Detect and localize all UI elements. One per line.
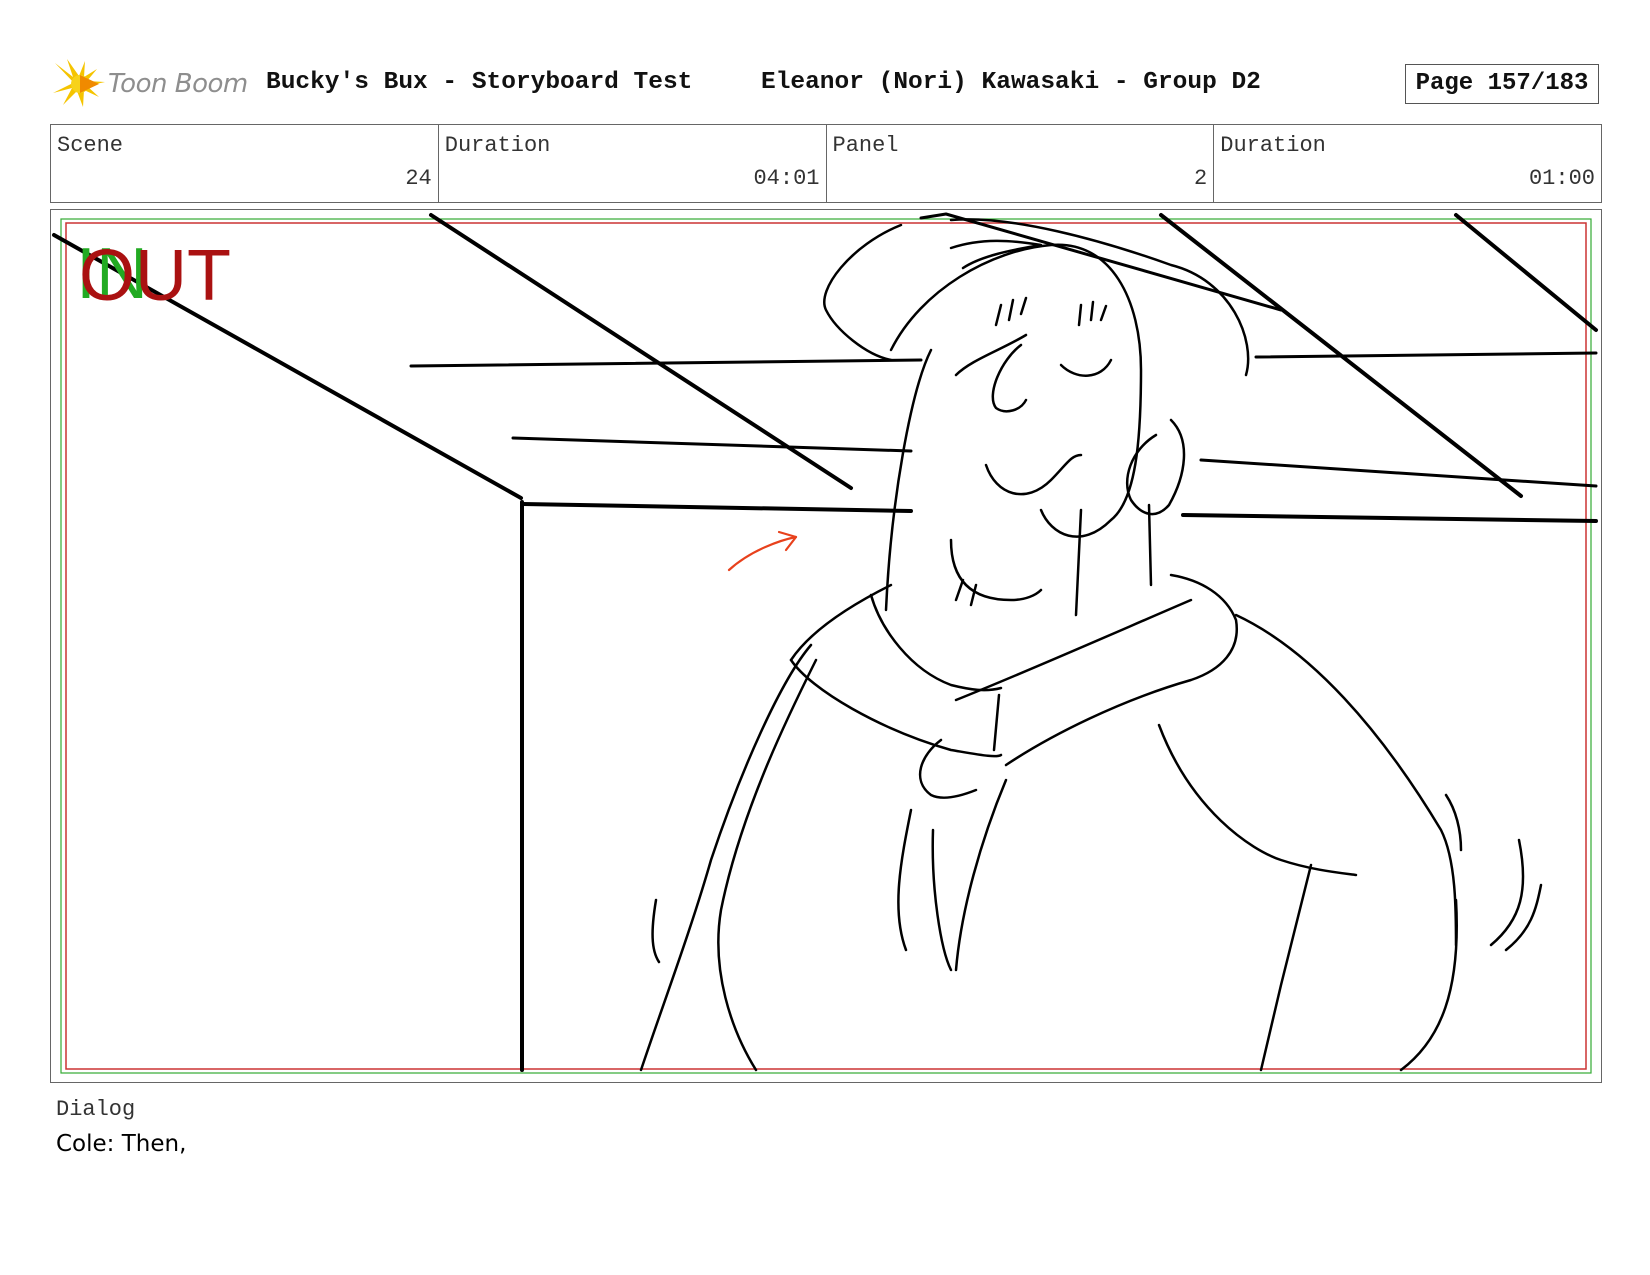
page-number: Page 157/183 [1405, 64, 1599, 104]
logo-text: Toon Boom [108, 69, 248, 99]
toon-boom-logo: Toon Boom [53, 57, 253, 111]
panel-sketch: IN OUT [52, 212, 1598, 1074]
scene-duration-cell: Duration 04:01 [439, 125, 827, 202]
starburst-icon [53, 59, 105, 107]
scene-label: Scene [57, 133, 124, 158]
page-header: Toon Boom Bucky's Bux - Storyboard Test … [53, 57, 1603, 107]
scene-duration-label: Duration [444, 133, 551, 158]
panel-value: 2 [1194, 166, 1208, 191]
panel-label: Panel [832, 133, 899, 158]
panel-duration-label: Duration [1220, 133, 1326, 158]
panel-cell: Panel 2 [827, 125, 1215, 202]
dialog-label: Dialog [56, 1097, 136, 1122]
dialog-text: Cole: Then, [56, 1131, 187, 1157]
scene-info-table: Scene 24 Duration 04:01 Panel 2 Duration… [50, 124, 1602, 203]
panel-duration-cell: Duration 01:00 [1214, 125, 1601, 202]
direction-arrow-icon [727, 530, 798, 572]
scene-duration-value: 04:01 [753, 166, 820, 191]
background-lines [52, 212, 1598, 1072]
out-marker: OUT [79, 236, 231, 316]
safe-frame-red [65, 222, 1587, 1070]
panel-duration-value: 01:00 [1528, 166, 1595, 191]
document-title: Bucky's Bux - Storyboard Test [266, 69, 693, 96]
scene-value: 24 [405, 166, 432, 191]
scene-cell: Scene 24 [51, 125, 439, 202]
storyboard-panel: IN OUT [50, 209, 1602, 1083]
safe-frame-green [60, 218, 1592, 1074]
character-sketch [639, 218, 1543, 1072]
author-name: Eleanor (Nori) Kawasaki - Group D2 [761, 69, 1261, 96]
